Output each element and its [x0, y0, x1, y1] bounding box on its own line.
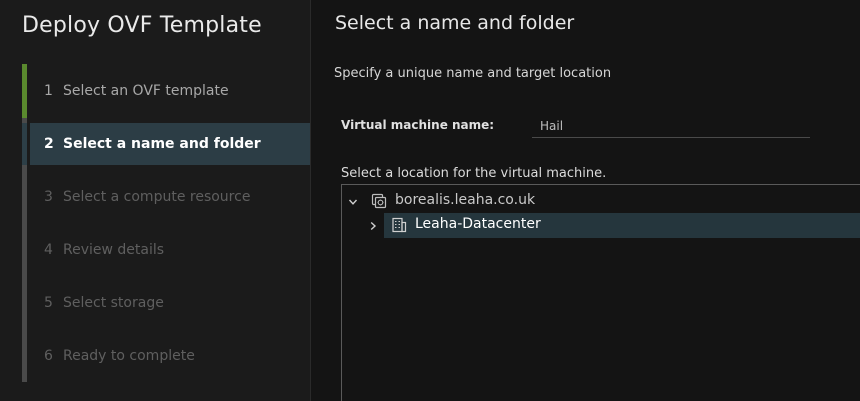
datacenter-icon [391, 217, 407, 233]
step-label: Review details [63, 242, 165, 258]
tree-node-vcenter[interactable]: borealis.leaha.co.uk [342, 189, 860, 214]
wizard-step-1[interactable]: 1 Select an OVF template [30, 70, 310, 112]
vcenter-icon [371, 193, 387, 209]
wizard-sidebar: Deploy OVF Template 1 Select an OVF temp… [0, 0, 311, 401]
step-label: Select a name and folder [63, 136, 261, 152]
tree-node-datacenter[interactable]: Leaha-Datacenter [342, 213, 860, 238]
wizard-step-5: 5 Select storage [30, 282, 310, 324]
wizard-title: Deploy OVF Template [22, 13, 262, 38]
vm-name-input[interactable] [532, 114, 810, 138]
wizard-step-3: 3 Select a compute resource [30, 176, 310, 218]
step-number: 3 [44, 189, 53, 205]
progress-active-indicator [22, 123, 27, 165]
step-number: 4 [44, 242, 53, 258]
tree-node-label: borealis.leaha.co.uk [395, 192, 536, 208]
progress-done-indicator [22, 64, 27, 118]
location-label: Select a location for the virtual machin… [341, 166, 607, 181]
step-number: 6 [44, 348, 53, 364]
page-title: Select a name and folder [335, 12, 575, 34]
vm-name-label: Virtual machine name: [341, 118, 495, 132]
location-tree: borealis.leaha.co.uk Leaha-Datacenter [341, 184, 860, 401]
step-label: Select storage [63, 295, 164, 311]
step-number: 2 [44, 136, 54, 152]
step-label: Select an OVF template [63, 83, 229, 99]
wizard-step-2[interactable]: 2 Select a name and folder [30, 123, 310, 165]
step-label: Select a compute resource [63, 189, 251, 205]
wizard-step-6: 6 Ready to complete [30, 335, 310, 377]
step-number: 1 [44, 83, 53, 99]
step-label: Ready to complete [63, 348, 195, 364]
chevron-right-icon[interactable] [367, 220, 379, 232]
wizard-step-4: 4 Review details [30, 229, 310, 271]
step-number: 5 [44, 295, 53, 311]
chevron-down-icon[interactable] [347, 196, 359, 208]
tree-node-label: Leaha-Datacenter [415, 216, 541, 232]
page-subtitle: Specify a unique name and target locatio… [334, 66, 612, 81]
